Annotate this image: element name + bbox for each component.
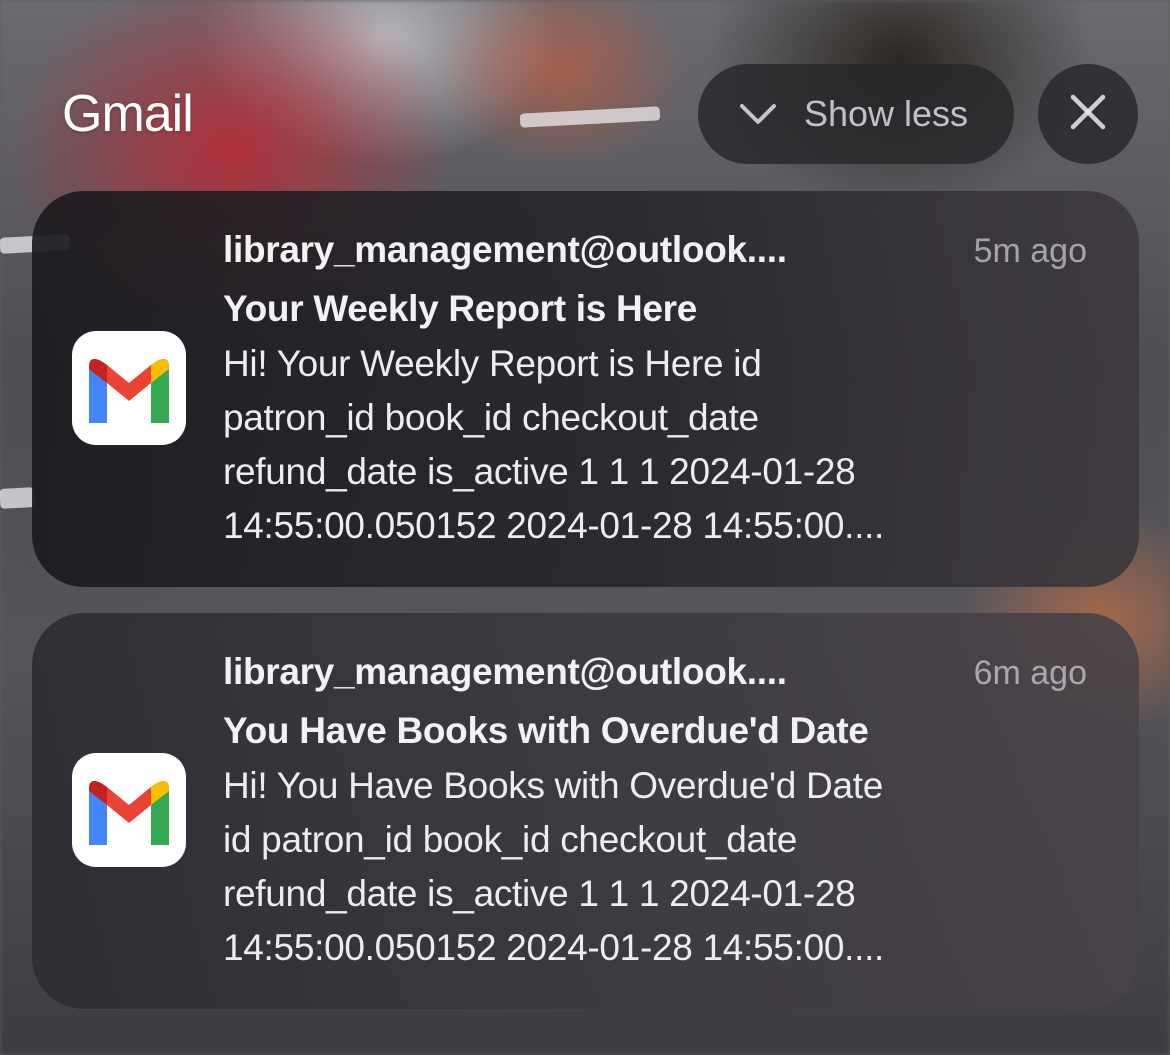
- notification-body-line: refund_date is_active 1 1 1 2024-01-28: [223, 873, 856, 914]
- notification-sender: library_management@outlook....: [223, 229, 787, 270]
- notification-body: Hi! Your Weekly Report is Here id patron…: [223, 337, 1087, 553]
- notification-timestamp: 5m ago: [973, 232, 1087, 270]
- close-icon: [1070, 94, 1106, 135]
- clear-notifications-button[interactable]: [1038, 64, 1138, 164]
- gmail-icon: [72, 753, 186, 867]
- notification-body-line: id patron_id book_id checkout_date: [223, 819, 798, 860]
- notification-body-line: refund_date is_active 1 1 1 2024-01-28: [223, 451, 856, 492]
- notification-body-line: 14:55:00.050152 2024-01-28 14:55:00....: [223, 927, 885, 968]
- app-group-title: Gmail: [62, 85, 194, 143]
- gmail-icon: [72, 331, 186, 445]
- notification-body-line: Hi! Your Weekly Report is Here id: [223, 343, 762, 384]
- show-less-label: Show less: [803, 93, 969, 134]
- notification-body-line: 14:55:00.050152 2024-01-28 14:55:00....: [223, 505, 885, 546]
- notification-body-line: patron_id book_id checkout_date: [223, 397, 759, 438]
- notification-sender: library_management@outlook....: [223, 651, 787, 692]
- chevron-down-icon: [738, 93, 778, 135]
- wallpaper-road-stripe: [0, 487, 35, 509]
- notification-subject: Your Weekly Report is Here: [223, 288, 698, 329]
- show-less-button[interactable]: Show less: [698, 64, 1014, 164]
- notification-timestamp: 6m ago: [973, 654, 1087, 692]
- notification-card[interactable]: library_management@outlook.... 6m ago Yo…: [32, 613, 1139, 1009]
- notification-body-line: Hi! You Have Books with Overdue'd Date: [223, 765, 883, 806]
- notification-body: Hi! You Have Books with Overdue'd Date i…: [223, 759, 1087, 975]
- notification-subject: You Have Books with Overdue'd Date: [223, 710, 869, 751]
- notification-card[interactable]: library_management@outlook.... 5m ago Yo…: [32, 191, 1139, 587]
